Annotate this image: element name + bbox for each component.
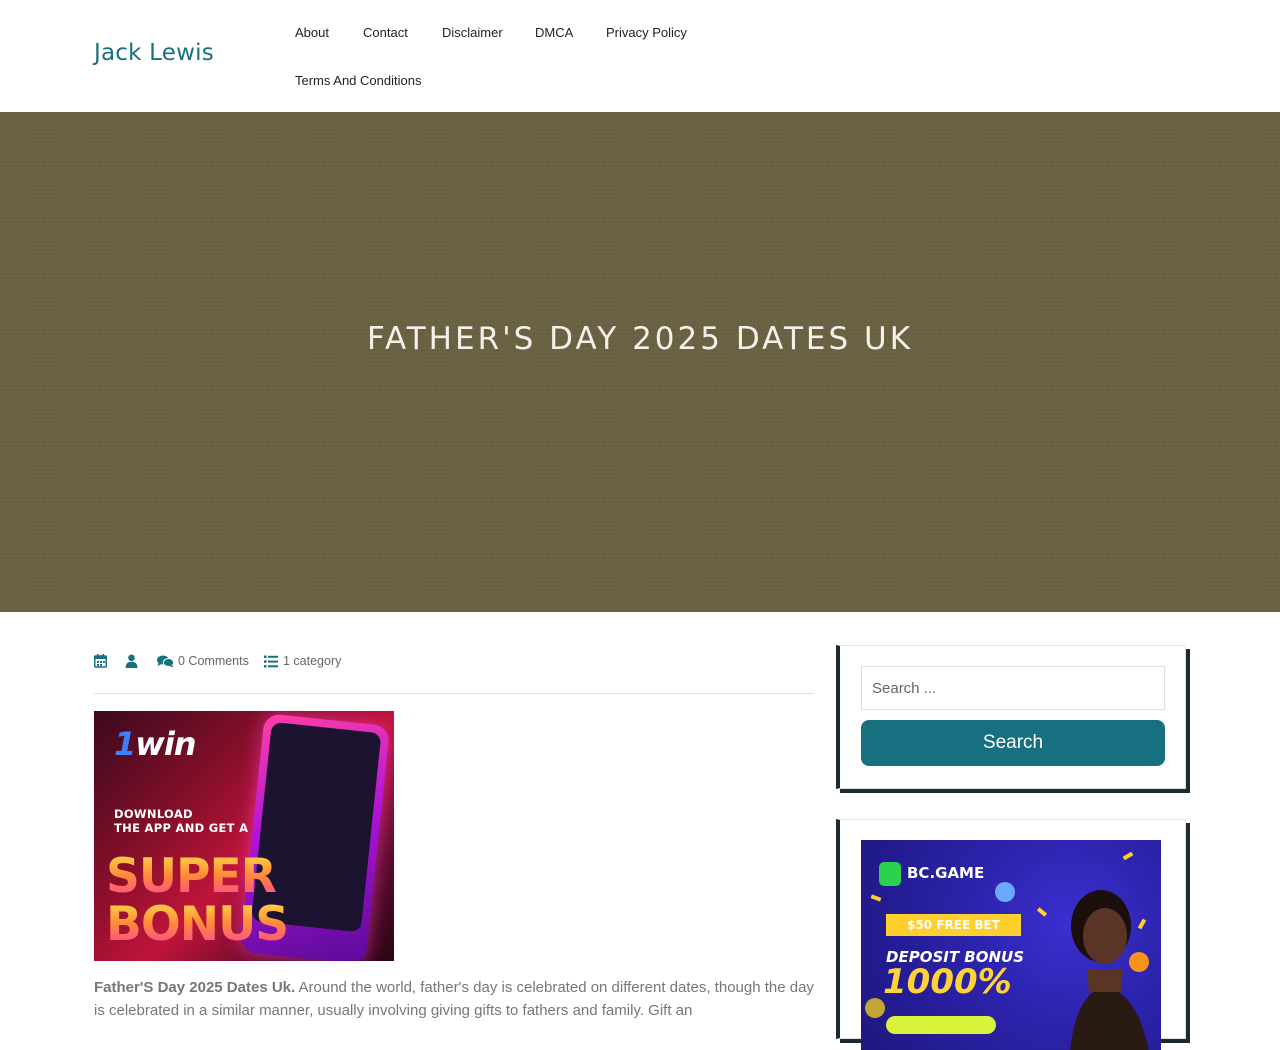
ad-1win-bonus: BONUS: [106, 897, 289, 952]
comments-count: 0 Comments: [178, 654, 249, 668]
nav-item-about[interactable]: About: [295, 25, 329, 40]
confetti-decoration: [1122, 851, 1134, 861]
confetti-decoration: [870, 894, 882, 902]
bcgame-percent: 1000%: [883, 962, 1012, 1002]
ad-1win-tagline: DOWNLOAD THE APP AND GET A: [114, 807, 249, 835]
category-count: 1 category: [283, 654, 342, 668]
user-icon: [125, 654, 138, 668]
ad-widget: BC.GAME $50 FREE BET DEPOSIT BONUS 1000%: [836, 819, 1186, 1050]
search-widget: Search: [836, 645, 1186, 789]
doge-coin-icon: [865, 998, 885, 1018]
nav-item-dmca[interactable]: DMCA: [535, 25, 573, 40]
ad-1win-logo: 1win: [114, 725, 197, 763]
article-intro: Father'S Day 2025 Dates Uk. Around the w…: [94, 976, 814, 1022]
nav-item-contact[interactable]: Contact: [363, 25, 408, 40]
category-meta[interactable]: 1 category: [264, 654, 341, 668]
date-meta[interactable]: [94, 654, 107, 668]
bcgame-brand: BC.GAME: [907, 864, 985, 882]
ad-banner-bcgame[interactable]: BC.GAME $50 FREE BET DEPOSIT BONUS 1000%: [861, 840, 1161, 1050]
comments-icon: [157, 655, 174, 667]
nav-item-terms-and-conditions[interactable]: Terms And Conditions: [295, 73, 421, 88]
bcgame-free-bet: $50 FREE BET: [886, 914, 1021, 936]
comments-meta[interactable]: 0 Comments: [157, 654, 249, 668]
hero-banner: FATHER'S DAY 2025 DATES UK: [0, 112, 1280, 612]
ad-banner-1win[interactable]: 1win DOWNLOAD THE APP AND GET A SUPER BO…: [94, 711, 394, 961]
list-icon: [264, 655, 278, 667]
article-lead: Father'S Day 2025 Dates Uk.: [94, 979, 296, 996]
bcgame-logo-icon: [879, 862, 901, 886]
nav-item-privacy-policy[interactable]: Privacy Policy: [606, 25, 687, 40]
meta-divider: [94, 693, 814, 694]
nav-item-disclaimer[interactable]: Disclaimer: [442, 25, 503, 40]
bcgame-cta-button: [886, 1016, 996, 1034]
calendar-icon: [94, 654, 107, 668]
author-meta[interactable]: [125, 654, 138, 668]
site-title-link[interactable]: Jack Lewis: [94, 40, 214, 66]
search-input[interactable]: [861, 666, 1165, 710]
eth-coin-icon: [995, 882, 1015, 902]
bitcoin-icon: [1129, 952, 1149, 972]
ad-1win-super: SUPER: [106, 849, 277, 904]
search-button[interactable]: Search: [861, 720, 1165, 766]
page-title: FATHER'S DAY 2025 DATES UK: [366, 321, 914, 357]
site-header: Jack Lewis About Contact Disclaimer DMCA…: [0, 0, 1280, 112]
